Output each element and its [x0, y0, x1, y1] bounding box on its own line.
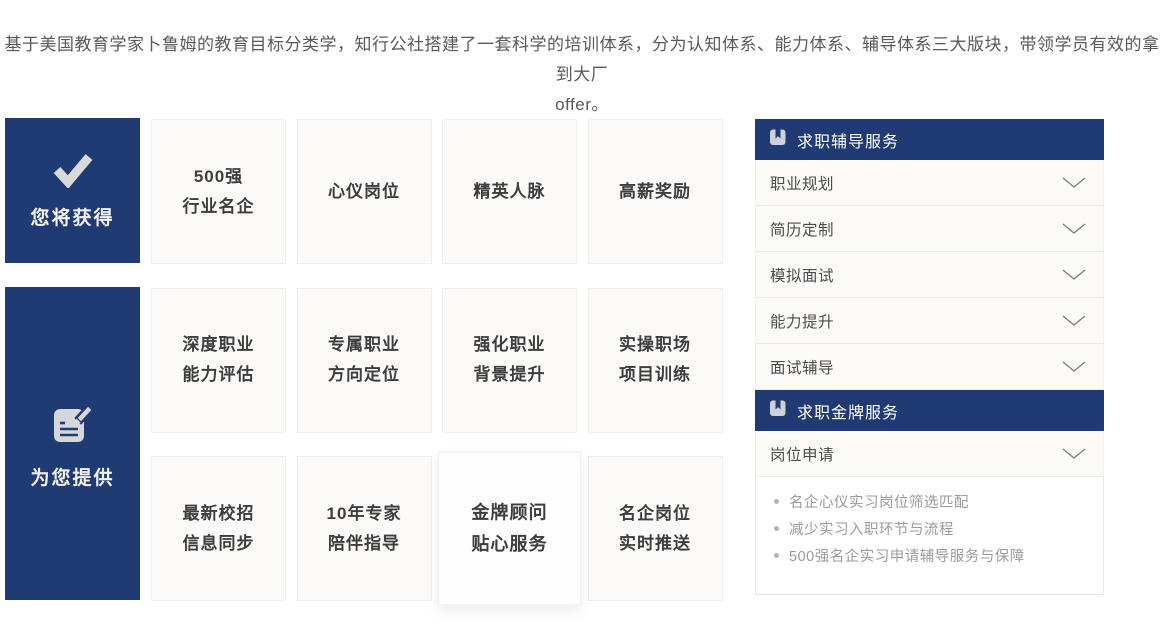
accordion-item-career-planning[interactable]: 职业规划: [755, 160, 1104, 206]
card-high-salary[interactable]: 高薪奖励: [588, 119, 723, 264]
gold-service-details: 名企心仪实习岗位筛选匹配 减少实习入职环节与流程 500强名企实习申请辅导服务与…: [755, 477, 1104, 595]
compose-icon: [48, 398, 98, 453]
card-text: 项目训练: [619, 360, 691, 390]
intro-line-2: offer。: [0, 90, 1164, 120]
panel-header-coaching: 求职辅导服务: [755, 119, 1104, 160]
card-text: 500强: [194, 162, 243, 192]
page: 基于美国教育学家卜鲁姆的教育目标分类学，知行公社搭建了一套科学的培训体系，分为认…: [0, 0, 1164, 624]
left-block-label: 为您提供: [30, 463, 114, 490]
card-text: 陪伴指导: [328, 529, 400, 559]
card-text: 实时推送: [619, 529, 691, 559]
left-block-you-will-get: 您将获得: [5, 118, 140, 263]
card-text: 能力评估: [183, 360, 255, 390]
accordion-item-job-application[interactable]: 岗位申请: [755, 431, 1104, 477]
card-direction-positioning[interactable]: 专属职业 方向定位: [297, 288, 432, 433]
feature-card-grid: 500强 行业名企 心仪岗位 精英人脉 高薪奖励 深度职业 能力评估 专属职业 …: [151, 119, 723, 601]
card-text: 背景提升: [474, 360, 546, 390]
panel-title: 求职金牌服务: [797, 399, 899, 423]
accordion-label: 模拟面试: [770, 264, 834, 286]
accordion-item-interview-coaching[interactable]: 面试辅导: [755, 344, 1104, 390]
bullet-item: 减少实习入职环节与流程: [766, 517, 1093, 544]
accordion-label: 岗位申请: [770, 443, 834, 465]
chevron-down-icon: [1061, 447, 1087, 461]
card-job-push[interactable]: 名企岗位 实时推送: [588, 456, 723, 601]
bullet-list: 名企心仪实习岗位筛选匹配 减少实习入职环节与流程 500强名企实习申请辅导服务与…: [766, 490, 1093, 571]
card-text: 金牌顾问: [471, 497, 547, 529]
intro-paragraph: 基于美国教育学家卜鲁姆的教育目标分类学，知行公社搭建了一套科学的培训体系，分为认…: [0, 30, 1164, 120]
accordion-item-resume-customization[interactable]: 简历定制: [755, 206, 1104, 252]
accordion-item-ability-improvement[interactable]: 能力提升: [755, 298, 1104, 344]
bullet-item: 名企心仪实习岗位筛选匹配: [766, 490, 1093, 517]
card-text: 方向定位: [328, 360, 400, 390]
book-bookmark-icon: [769, 399, 787, 423]
card-text: 专属职业: [328, 330, 400, 360]
panel-title: 求职辅导服务: [797, 128, 899, 152]
accordion-label: 面试辅导: [770, 356, 834, 378]
intro-line-1: 基于美国教育学家卜鲁姆的教育目标分类学，知行公社搭建了一套科学的培训体系，分为认…: [0, 30, 1164, 90]
card-expert-guidance[interactable]: 10年专家 陪伴指导: [297, 456, 432, 601]
card-gold-consultant[interactable]: 金牌顾问 贴心服务: [438, 452, 581, 606]
card-500-companies[interactable]: 500强 行业名企: [151, 119, 286, 264]
card-text: 高薪奖励: [619, 177, 691, 207]
card-text: 信息同步: [183, 529, 255, 559]
card-elite-network[interactable]: 精英人脉: [442, 119, 577, 264]
chevron-down-icon: [1061, 314, 1087, 328]
left-block-we-provide: 为您提供: [5, 287, 140, 600]
card-text: 贴心服务: [471, 529, 547, 561]
chevron-down-icon: [1061, 176, 1087, 190]
panel-header-gold-service: 求职金牌服务: [755, 390, 1104, 431]
card-text: 心仪岗位: [328, 177, 400, 207]
accordion-label: 职业规划: [770, 172, 834, 194]
accordion-item-mock-interview[interactable]: 模拟面试: [755, 252, 1104, 298]
card-background-boost[interactable]: 强化职业 背景提升: [442, 288, 577, 433]
card-text: 最新校招: [183, 499, 255, 529]
card-text: 深度职业: [183, 330, 255, 360]
card-campus-recruiting[interactable]: 最新校招 信息同步: [151, 456, 286, 601]
bullet-item: 500强名企实习申请辅导服务与保障: [766, 544, 1093, 571]
accordion-label: 能力提升: [770, 310, 834, 332]
accordion-label: 简历定制: [770, 218, 834, 240]
card-text: 精英人脉: [474, 177, 546, 207]
chevron-down-icon: [1061, 222, 1087, 236]
card-text: 行业名企: [183, 192, 255, 222]
card-text: 10年专家: [327, 499, 402, 529]
card-text: 名企岗位: [619, 499, 691, 529]
check-icon: [50, 152, 96, 193]
chevron-down-icon: [1061, 268, 1087, 282]
card-project-training[interactable]: 实操职场 项目训练: [588, 288, 723, 433]
card-text: 实操职场: [619, 330, 691, 360]
chevron-down-icon: [1061, 360, 1087, 374]
book-bookmark-icon: [769, 128, 787, 152]
service-panel: 求职辅导服务 职业规划 简历定制 模拟面试 能力提升 面试辅导: [755, 119, 1104, 595]
card-text: 强化职业: [474, 330, 546, 360]
card-desired-position[interactable]: 心仪岗位: [297, 119, 432, 264]
card-career-assessment[interactable]: 深度职业 能力评估: [151, 288, 286, 433]
left-block-label: 您将获得: [30, 203, 114, 230]
